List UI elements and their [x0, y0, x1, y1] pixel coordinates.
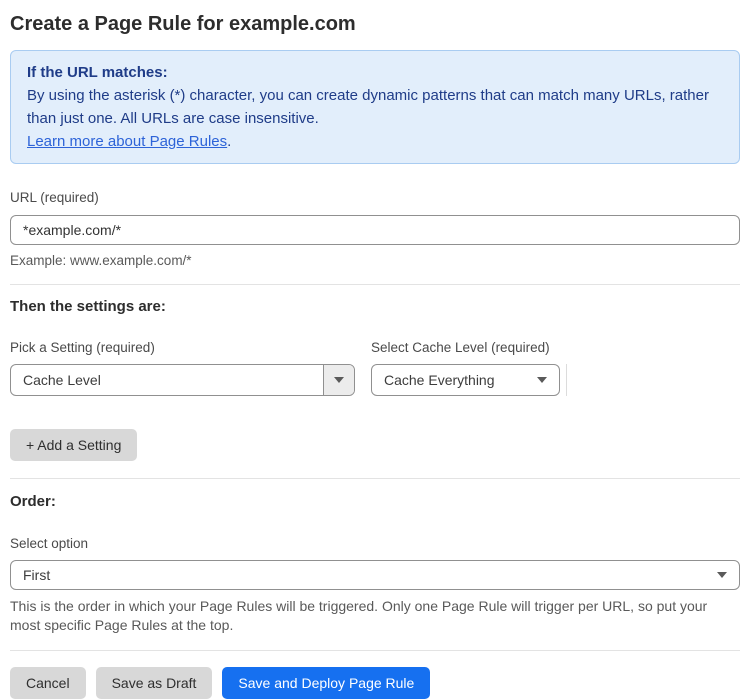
create-page-rule-form: Create a Page Rule for example.com If th…	[0, 0, 750, 699]
setting-picker-arrow-button[interactable]	[323, 365, 354, 395]
url-example-text: Example: www.example.com/*	[10, 253, 192, 268]
info-box-link-line: Learn more about Page Rules.	[27, 130, 723, 153]
setting-row: Pick a Setting (required) Cache Level Se…	[10, 340, 740, 396]
url-match-info-box: If the URL matches: By using the asteris…	[10, 50, 740, 164]
cache-level-select[interactable]: Cache Everything	[371, 364, 561, 396]
setting-picker-value: Cache Level	[23, 372, 101, 388]
cache-level-value: Cache Everything	[384, 372, 495, 388]
save-as-draft-button[interactable]: Save as Draft	[95, 667, 213, 699]
info-box-body: By using the asterisk (*) character, you…	[27, 87, 709, 127]
order-select[interactable]: First	[10, 560, 740, 590]
form-actions: Cancel Save as Draft Save and Deploy Pag…	[10, 667, 740, 699]
cancel-button[interactable]: Cancel	[10, 667, 86, 699]
caret-down-icon	[334, 377, 344, 383]
info-box-heading: If the URL matches:	[27, 64, 168, 81]
order-select-label: Select option	[10, 536, 89, 551]
order-select-value: First	[23, 567, 51, 583]
setting-picker-group: Pick a Setting (required) Cache Level	[10, 340, 355, 396]
setting-row-divider	[566, 364, 567, 396]
settings-section-heading: Then the settings are:	[10, 298, 166, 315]
order-section-heading: Order:	[10, 493, 56, 510]
link-suffix: .	[227, 133, 232, 150]
divider	[10, 478, 740, 479]
learn-more-link[interactable]: Learn more about Page Rules	[27, 133, 227, 150]
save-and-deploy-button[interactable]: Save and Deploy Page Rule	[222, 667, 431, 699]
setting-picker-select[interactable]: Cache Level	[10, 364, 355, 396]
order-help-text: This is the order in which your Page Rul…	[10, 598, 708, 633]
caret-down-icon	[717, 572, 727, 578]
add-setting-button[interactable]: + Add a Setting	[10, 429, 138, 461]
url-input[interactable]	[10, 215, 740, 245]
cache-level-label: Select Cache Level (required)	[371, 340, 550, 355]
page-title: Create a Page Rule for example.com	[10, 13, 356, 35]
cache-level-picker-group: Select Cache Level (required) Cache Ever…	[371, 340, 567, 396]
caret-down-icon	[537, 377, 548, 383]
divider	[10, 284, 740, 285]
url-field-label: URL (required)	[10, 190, 99, 205]
setting-picker-label: Pick a Setting (required)	[10, 340, 155, 355]
divider	[10, 650, 740, 651]
